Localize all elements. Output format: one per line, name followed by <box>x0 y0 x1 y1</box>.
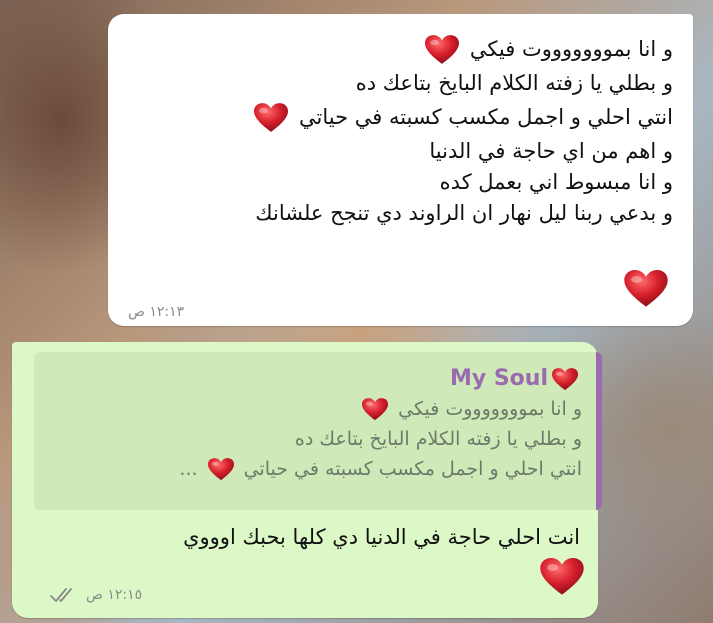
message-text: انت احلي حاجة في الدنيا دي كلها بحبك اوو… <box>183 525 580 549</box>
red-heart-icon <box>552 368 578 391</box>
message-line: و انا مبسوط اني بعمل كده <box>439 170 673 194</box>
message-line: و انا بموووووووت فيكي <box>128 32 673 66</box>
red-heart-icon <box>208 458 234 481</box>
quoted-message[interactable]: My Soul و انا بموووووووت فيكي و بطلي يا … <box>34 352 602 510</box>
quoted-line: و انا بموووووووت فيكي <box>48 394 582 424</box>
message-line: و بطلي يا زفته الكلام البايخ بتاعك ده <box>355 71 673 95</box>
quoted-line: انتي احلي و اجمل مكسب كسبته في حياتي ... <box>179 458 582 481</box>
red-heart-icon <box>362 398 388 421</box>
message-timestamp: ١٢:١٥ ص <box>86 587 143 603</box>
quoted-line: و بطلي يا زفته الكلام البايخ بتاعك ده <box>294 428 582 450</box>
red-heart-icon <box>540 558 584 596</box>
message-timestamp: ١٢:١٣ ص <box>128 304 185 320</box>
message-line: و بدعي ربنا ليل نهار ان الراوند دي تنجح … <box>255 201 673 225</box>
red-heart-icon <box>254 103 288 133</box>
red-heart-icon <box>624 270 668 308</box>
message-meta: ١٢:١٥ ص <box>50 587 142 603</box>
message-line: انتي احلي و اجمل مكسب كسبته في حياتي <box>128 100 673 134</box>
quoted-sender: My Soul <box>48 364 582 394</box>
incoming-message-bubble[interactable]: و انا بموووووووت فيكي و بطلي يا زفته الك… <box>108 14 693 326</box>
red-heart-icon <box>425 35 459 65</box>
message-line: و اهم من اي حاجة في الدنيا <box>429 139 673 163</box>
outgoing-message-bubble[interactable]: My Soul و انا بموووووووت فيكي و بطلي يا … <box>12 342 602 618</box>
double-check-icon <box>50 588 72 602</box>
